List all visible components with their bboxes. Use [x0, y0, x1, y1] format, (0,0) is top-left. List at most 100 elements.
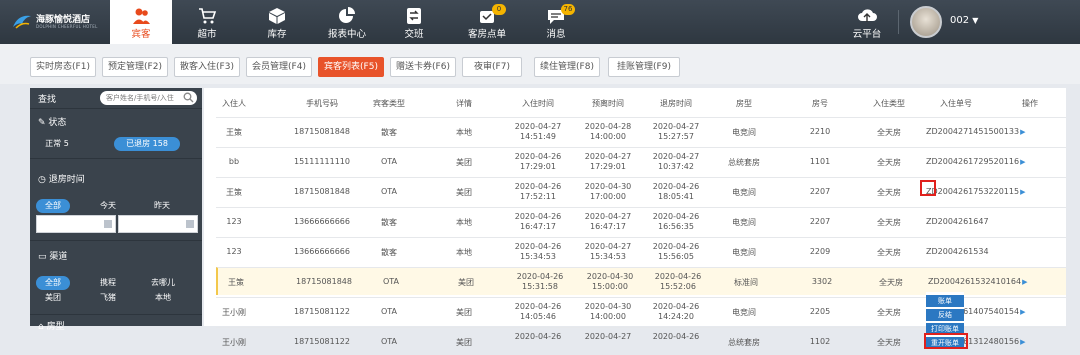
status-normal[interactable]: 正常 5: [32, 137, 82, 151]
datetime-cell: 2020-04-30 15:00:00: [580, 272, 640, 292]
table-cell: OTA: [382, 277, 400, 286]
checkout-today[interactable]: 今天: [88, 199, 128, 213]
expand-arrow-icon[interactable]: ▶: [1020, 188, 1025, 196]
table-cell: 美团: [456, 338, 472, 347]
channel-meituan[interactable]: 美团: [36, 291, 70, 305]
channel-qunar[interactable]: 去哪儿: [142, 276, 184, 290]
date-text: 2020-04-26: [652, 242, 700, 251]
checkout-yesterday[interactable]: 昨天: [142, 199, 182, 213]
tab-gift-coupons[interactable]: 赠送卡券(F6): [390, 57, 456, 77]
search-icon[interactable]: [183, 92, 194, 103]
table-row[interactable]: 123 13666666666 散客 本地 电竞间 2209 全天房 2020-04-26 15…: [216, 237, 1066, 265]
table-row[interactable]: 王策 18715081848 OTA 美团 电竞间 2207 全天房 2020-04-26 17…: [216, 177, 1066, 205]
datetime-cell: 2020-04-30 14:00:00: [578, 302, 638, 322]
datetime-cell: 2020-04-30 17:00:00: [578, 182, 638, 202]
time-text: 16:47:17: [520, 222, 556, 231]
avatar[interactable]: [910, 6, 942, 38]
table-cell: 总统套房: [728, 158, 760, 167]
nav-messages[interactable]: 76 消息: [525, 0, 587, 44]
order-number-cell[interactable]: ZD2004261647: [926, 217, 1026, 226]
tab-guest-list[interactable]: 宾客列表(F5): [318, 57, 384, 77]
tab-credit-account[interactable]: 挂账管理(F9): [608, 57, 680, 77]
time-text: 15:34:53: [520, 252, 556, 261]
menu-reverse-settle[interactable]: 反结: [926, 309, 964, 321]
table-cell: 18715081122: [294, 337, 350, 346]
order-number: ZD2004261532410164: [928, 277, 1022, 286]
nav-cloud-platform[interactable]: 云平台: [836, 0, 898, 44]
expand-arrow-icon[interactable]: ▶: [1020, 308, 1025, 316]
table-cell: 2209: [809, 247, 831, 256]
table-cell: 本地: [456, 248, 472, 257]
channel-title: 渠道: [49, 252, 68, 262]
table-cell: 王策: [228, 278, 244, 287]
tab-extend-stay[interactable]: 续住管理(F8): [534, 57, 600, 77]
clock-icon: ◷: [38, 175, 46, 185]
table-cell: 美团: [456, 158, 472, 167]
tab-realtime-room-status[interactable]: 实时房态(F1): [30, 57, 96, 77]
nav-label: 报表中心: [327, 29, 366, 40]
channel-fliggy[interactable]: 飞猪: [88, 291, 128, 305]
table-row[interactable]: bb 15111111110 OTA 美团 总统套房 1101 全天房 2020-04-26 1…: [216, 147, 1066, 175]
channel-all[interactable]: 全部: [36, 276, 70, 290]
nav-label: 宾客: [131, 29, 151, 40]
col-header: 详情: [456, 99, 472, 108]
search-input[interactable]: [106, 92, 182, 104]
divider: [30, 108, 202, 109]
date-text: 2020-04-30: [586, 272, 634, 281]
user-menu[interactable]: 002 ▼: [950, 15, 978, 26]
nav-guests[interactable]: 宾客: [110, 0, 172, 44]
channel-local[interactable]: 本地: [142, 291, 184, 305]
col-header: 手机号码: [306, 99, 338, 108]
table-cell: 王小刚: [222, 338, 246, 347]
tab-reservation[interactable]: 预定管理(F2): [102, 57, 168, 77]
expand-arrow-icon[interactable]: ▶: [1020, 338, 1025, 346]
datetime-cell: 2020-04-27 15:34:53: [578, 242, 638, 262]
top-nav-bar: 海豚愉悦酒店 DOLPHIN CHEERFUL HOTEL 宾客 超市 库存 报…: [0, 0, 1080, 44]
order-number-cell[interactable]: ZD2004271451500133▶: [926, 127, 1026, 136]
tab-walk-in[interactable]: 散客入住(F3): [174, 57, 240, 77]
nav-label: 客房点单: [467, 29, 506, 40]
order-number-cell[interactable]: ZD2004261753220115▶: [926, 187, 1026, 196]
order-number-cell[interactable]: ZD2004261534: [926, 247, 1026, 256]
table-cell: 13666666666: [294, 217, 350, 226]
checkout-end-date[interactable]: [118, 215, 198, 233]
table-cell: 2205: [809, 307, 831, 316]
tab-members[interactable]: 会员管理(F4): [246, 57, 312, 77]
cloud-upload-icon: [858, 9, 877, 22]
nav-reports[interactable]: 报表中心: [316, 0, 378, 44]
handover-icon: [407, 8, 421, 24]
nav-inventory[interactable]: 库存: [246, 0, 308, 44]
nav-room-order[interactable]: 0 客房点单: [456, 0, 518, 44]
channel-ctrip[interactable]: 携程: [88, 276, 128, 290]
checkout-all[interactable]: 全部: [36, 199, 70, 213]
guest-table: 入住人 手机号码 宾客类型 详情 入住时间 预离时间 退房时间 房型 房号 入住…: [204, 88, 1066, 349]
table-cell: 电竞间: [732, 218, 756, 227]
table-row[interactable]: 王策 18715081848 散客 本地 电竞间 2210 全天房 2020-04-27 14:…: [216, 117, 1066, 145]
expand-arrow-icon[interactable]: ▶: [1022, 278, 1027, 286]
search-box[interactable]: [100, 91, 197, 105]
table-row[interactable]: 王策 18715081848 OTA 美团 标准间 3302 全天房 2020-04-26 15…: [216, 267, 1066, 295]
datetime-cell: 2020-04-26 15:31:58: [510, 272, 570, 292]
order-number-cell[interactable]: ZD2004261532410164▶: [928, 277, 1028, 286]
checkout-start-date[interactable]: [36, 215, 116, 233]
nav-supermarket[interactable]: 超市: [176, 0, 238, 44]
order-number: ZD2004261534: [926, 247, 989, 256]
table-row[interactable]: 123 13666666666 散客 本地 电竞间 2207 全天房 2020-04-26 16…: [216, 207, 1066, 235]
time-text: 17:00:00: [590, 192, 626, 201]
table-cell: 全天房: [877, 308, 901, 317]
datetime-cell: 2020-04-26 17:29:01: [508, 152, 568, 172]
order-number: ZD2004261753220115: [926, 187, 1020, 196]
nav-handover[interactable]: 交班: [383, 0, 445, 44]
order-number-cell[interactable]: ZD2004261729520116▶: [926, 157, 1026, 166]
table-cell: 本地: [456, 218, 472, 227]
status-checked-out[interactable]: 已退房 158: [114, 137, 180, 151]
tab-night-audit[interactable]: 夜审(F7): [462, 57, 522, 77]
table-cell: 总统套房: [728, 338, 760, 347]
menu-bill[interactable]: 账单: [926, 295, 964, 307]
date-text: 2020-04-30: [584, 302, 632, 311]
expand-arrow-icon[interactable]: ▶: [1020, 158, 1025, 166]
divider: [30, 240, 202, 241]
time-text: 17:29:01: [590, 162, 626, 171]
expand-arrow-icon[interactable]: ▶: [1020, 128, 1025, 136]
search-label: 查找: [38, 95, 57, 105]
